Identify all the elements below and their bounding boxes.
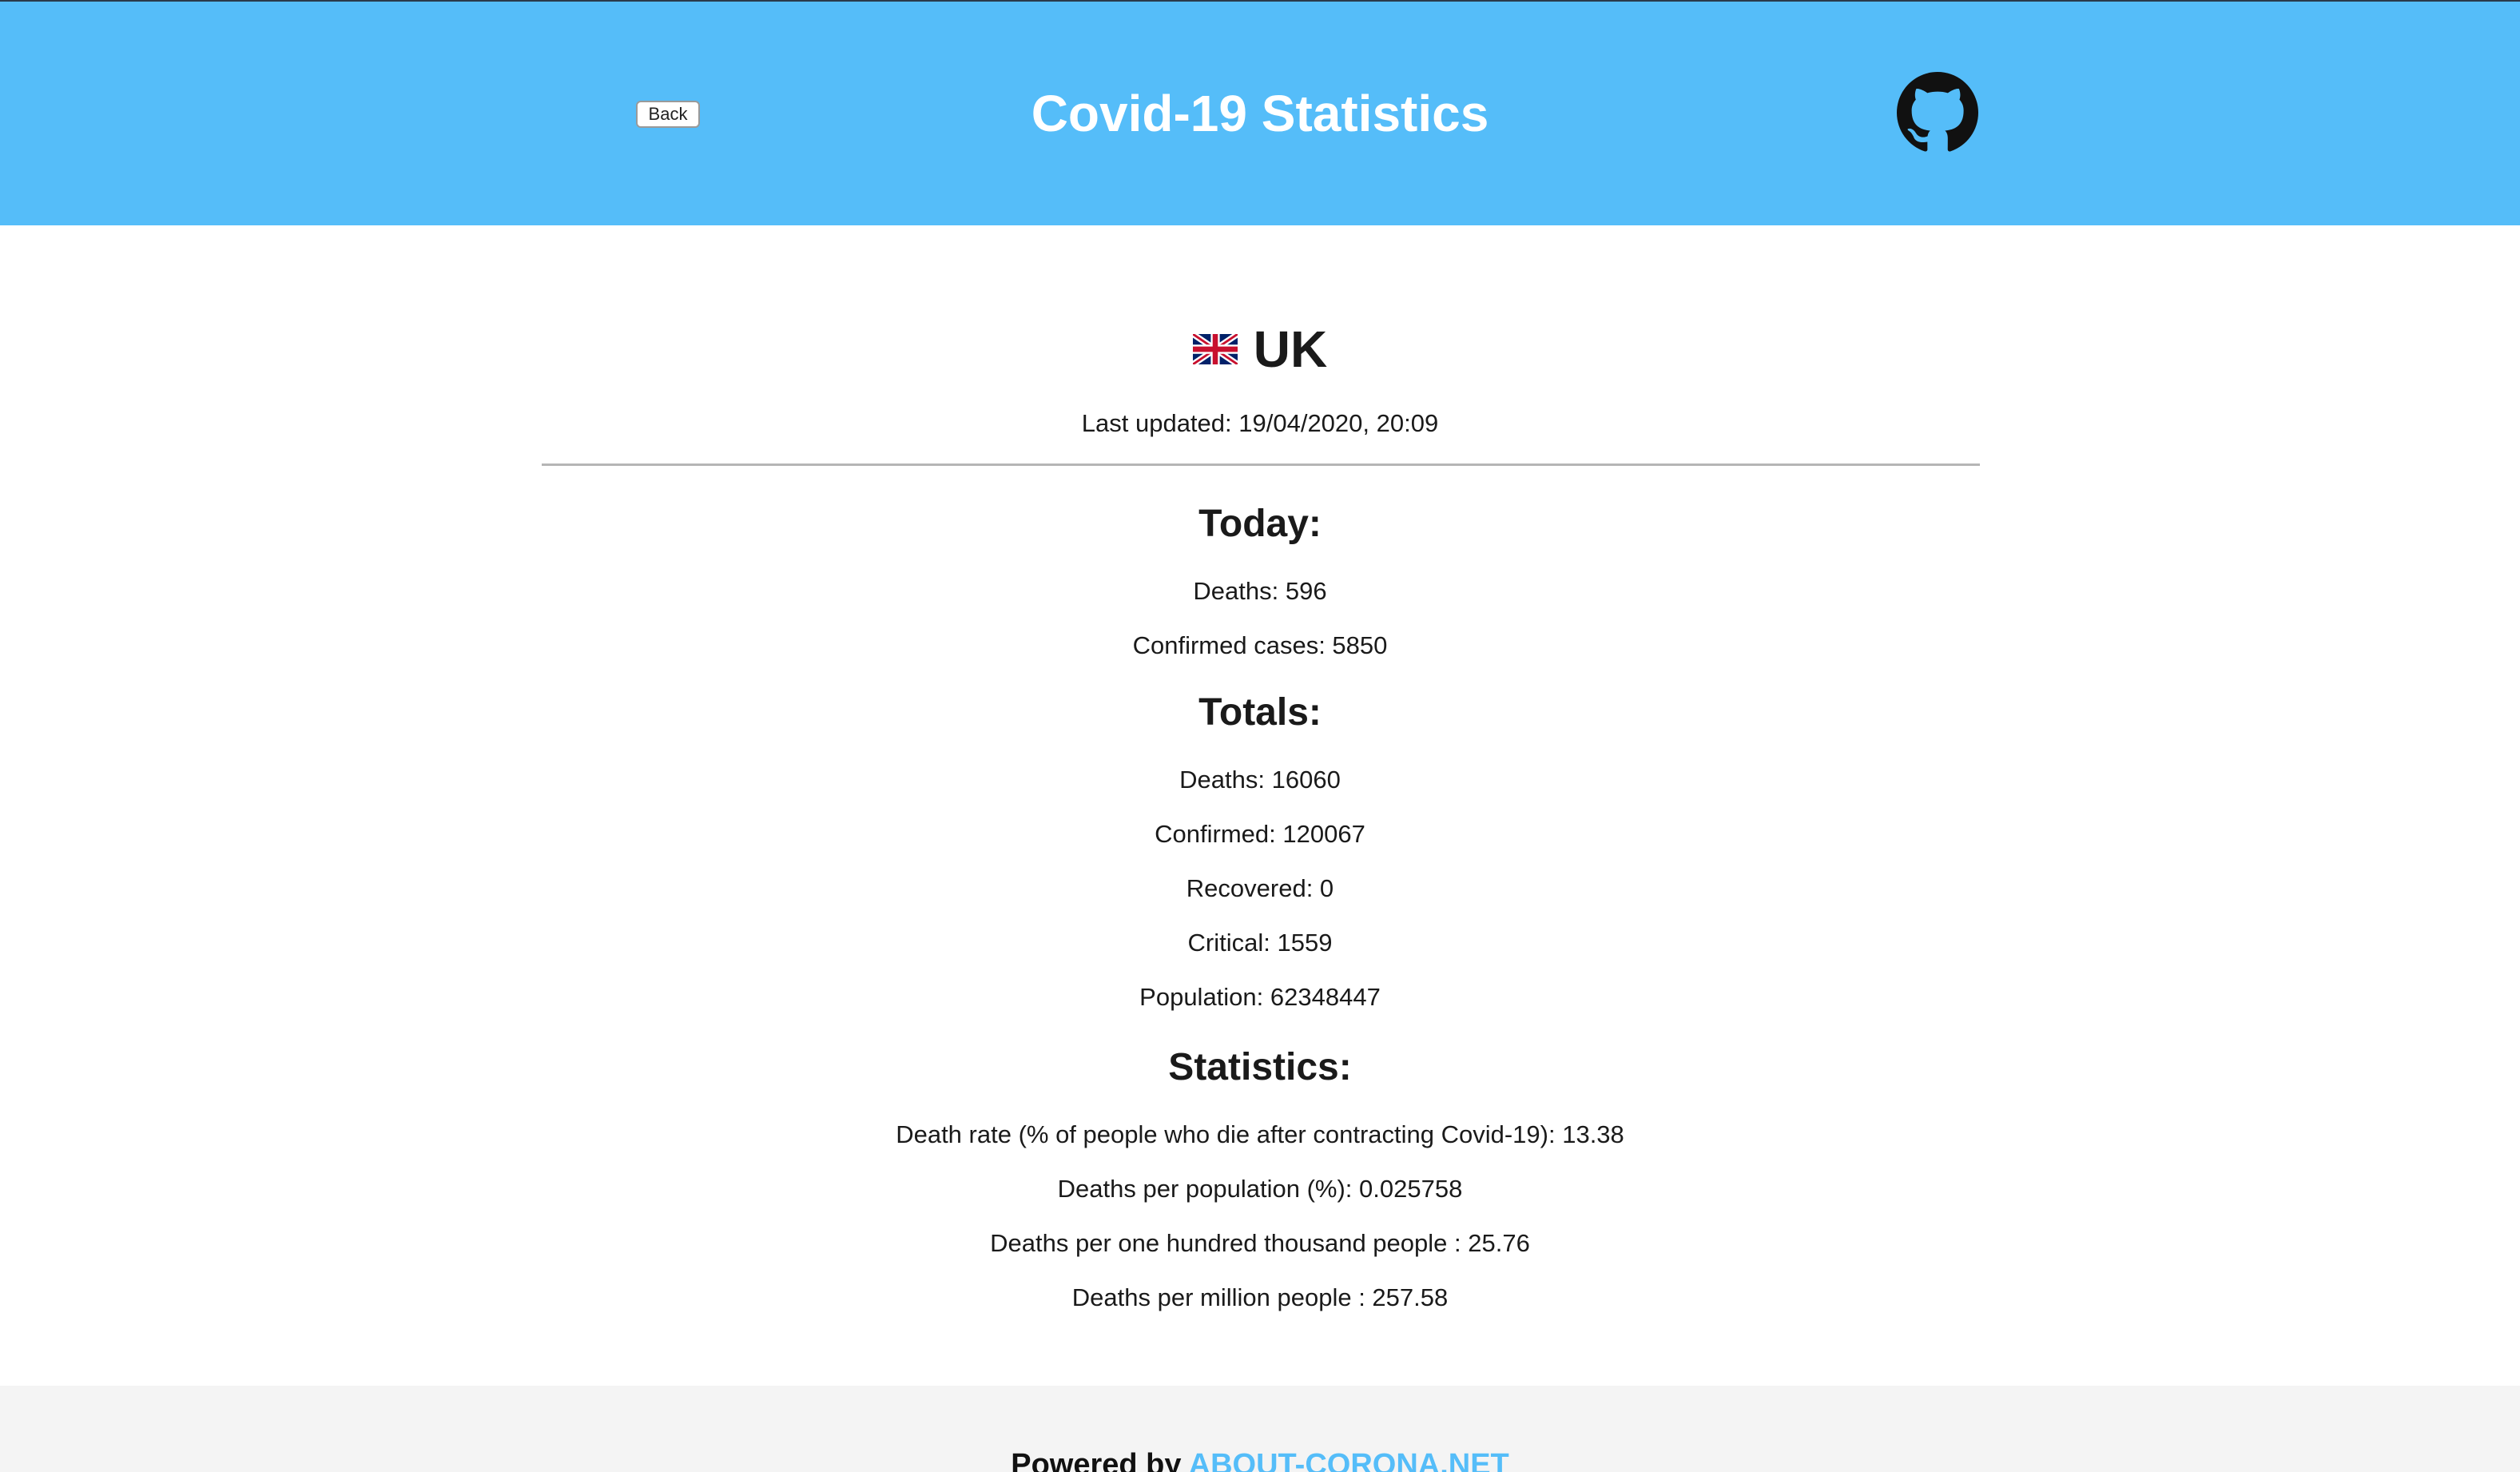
country-heading: UK [0,313,2520,385]
github-icon[interactable] [1897,72,1978,153]
death-rate: Death rate (% of people who die after co… [896,1120,1624,1148]
powered-by: Powered by ABOUT-CORONA.NET [0,1445,2520,1472]
divider [542,463,1980,466]
last-updated: Last updated: 19/04/2020, 20:09 [1081,409,1439,437]
totals-critical: Critical: 1559 [1187,929,1333,957]
today-deaths: Deaths: 596 [1193,577,1327,605]
page-title: Covid-19 Statistics [1031,85,1489,142]
totals-confirmed: Confirmed: 120067 [1155,820,1365,848]
uk-flag-icon [1192,334,1238,364]
deaths-per-million: Deaths per million people : 257.58 [1071,1283,1449,1311]
footer: Powered by ABOUT-CORONA.NET [0,1386,2520,1472]
powered-by-label: Powered by [1011,1448,1182,1472]
totals-deaths: Deaths: 16060 [1179,766,1341,794]
statistics-heading: Statistics: [1168,1046,1352,1088]
today-confirmed: Confirmed cases: 5850 [1132,631,1388,659]
deaths-per-100k: Deaths per one hundred thousand people :… [990,1229,1530,1257]
deaths-per-population: Deaths per population (%): 0.025758 [1057,1175,1463,1203]
totals-recovered: Recovered: 0 [1186,874,1334,902]
totals-population: Population: 62348447 [1139,983,1381,1011]
today-heading: Today: [1198,503,1322,545]
app-header: Back Covid-19 Statistics [0,2,2520,225]
totals-heading: Totals: [1198,691,1322,734]
about-corona-link[interactable]: ABOUT-CORONA.NET [1189,1448,1509,1472]
country-name: UK [1253,320,1328,378]
